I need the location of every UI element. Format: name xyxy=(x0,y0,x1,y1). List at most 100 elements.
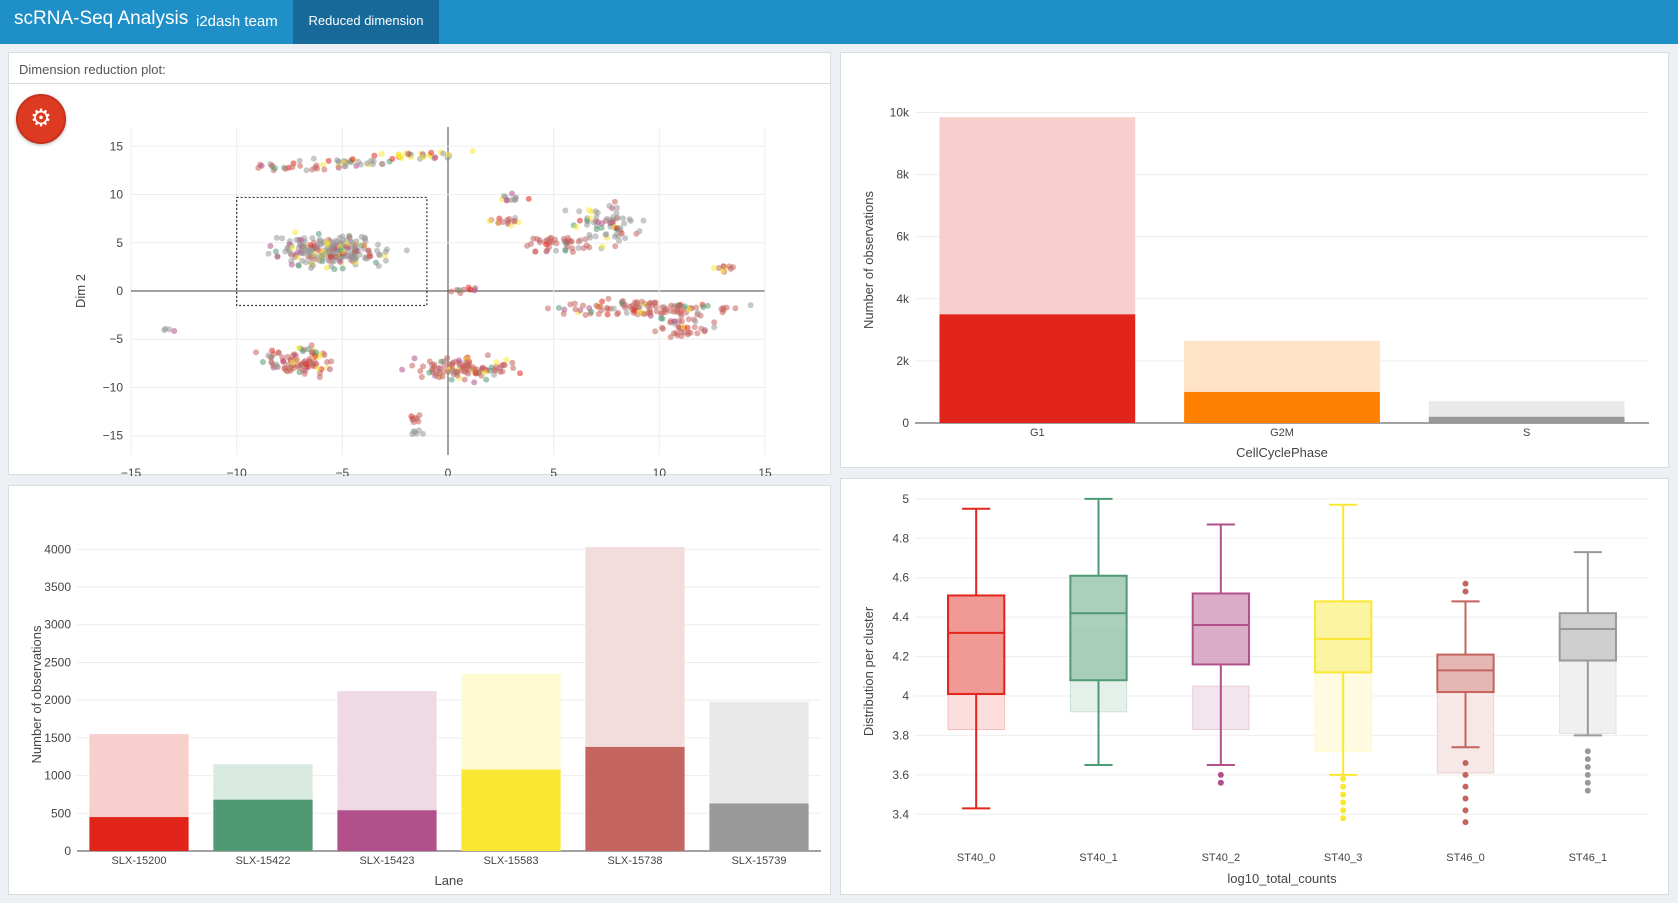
scatter-point xyxy=(499,368,506,375)
scatter-point xyxy=(640,217,647,224)
scatter-point xyxy=(631,307,638,314)
scatter-point xyxy=(588,308,595,315)
scatter-point xyxy=(265,250,272,257)
scatter-point xyxy=(378,150,385,157)
y-axis-label: Number of observations xyxy=(861,190,876,329)
scatter-point xyxy=(544,247,551,254)
x-tick-label: SLX-15422 xyxy=(235,855,290,867)
bar-selected xyxy=(461,769,561,851)
lane-panel: 0 500 1000 1500 2000 2500 3000 3500 4000 SLX-1520… xyxy=(8,485,831,895)
scatter-point xyxy=(419,154,426,161)
scatter-point xyxy=(347,238,354,245)
scatter-point xyxy=(599,243,606,250)
scatter-point xyxy=(405,151,412,158)
scatter-point xyxy=(602,231,609,238)
scatter-point xyxy=(564,243,571,250)
scatter-point xyxy=(698,325,705,332)
scatter-point xyxy=(319,251,326,258)
scatter-point xyxy=(464,359,471,366)
scatter-point xyxy=(365,247,372,254)
cell-cycle-phase-chart[interactable]: 0 2k 4k 6k 8k 10k G1 G2M S CellCyclePhase Number o… xyxy=(841,53,1670,469)
scatter-point xyxy=(723,304,730,311)
scatter-point xyxy=(258,162,265,169)
scatter-point xyxy=(636,228,643,235)
scatter-point xyxy=(310,239,317,246)
x-tick-label: SLX-15738 xyxy=(607,855,662,867)
scatter-point xyxy=(710,264,717,271)
scatter-point xyxy=(312,245,319,252)
settings-button[interactable]: ⚙ xyxy=(16,94,66,144)
scatter-point xyxy=(671,318,678,325)
scatter-point xyxy=(732,305,739,312)
scatter-point xyxy=(584,221,591,228)
scatter-point xyxy=(594,219,601,226)
scatter-point xyxy=(325,157,332,164)
scatter-point xyxy=(368,157,375,164)
scatter-point xyxy=(296,157,303,164)
box xyxy=(1191,592,1250,666)
distribution-boxplot[interactable]: 3.4 3.6 3.8 4 4.2 4.4 4.6 4.8 5 ST40_0 ST40_1 ST40_… xyxy=(841,479,1670,896)
scatter-point xyxy=(486,218,493,225)
outlier-point xyxy=(1584,748,1591,755)
y-tick-label: 3000 xyxy=(44,618,71,632)
y-tick-label: −5 xyxy=(109,332,123,346)
scatter-point xyxy=(289,244,296,251)
x-tick-label: 5 xyxy=(550,466,557,476)
outlier-point xyxy=(1340,799,1347,806)
scatter-point xyxy=(613,209,620,216)
scatter-point xyxy=(440,150,447,157)
scatter-point xyxy=(302,259,309,266)
box xyxy=(1314,600,1373,674)
scatter-point xyxy=(509,359,516,366)
scatter-point xyxy=(593,226,600,233)
y-tick-label: 3500 xyxy=(44,580,71,594)
scatter-point xyxy=(397,153,404,160)
scatter-point xyxy=(313,349,320,356)
scatter-point xyxy=(471,379,478,386)
scatter-point xyxy=(307,359,314,366)
gear-icon: ⚙ xyxy=(30,105,52,132)
x-tick-label: 0 xyxy=(445,466,452,476)
y-axis-label: Distribution per cluster xyxy=(861,606,876,736)
y-tick-label: 0 xyxy=(64,844,71,858)
lane-chart[interactable]: 0 500 1000 1500 2000 2500 3000 3500 4000 SLX-1520… xyxy=(9,486,832,896)
x-tick-label: ST40_0 xyxy=(957,852,996,864)
x-axis-label: log10_total_counts xyxy=(1227,871,1337,886)
y-tick-label: 1000 xyxy=(44,769,71,783)
y-tick-label: 5 xyxy=(116,236,123,250)
scatter-point xyxy=(295,262,302,269)
tab-reduced-dimension[interactable]: Reduced dimension xyxy=(293,0,439,44)
y-tick-label: 3.8 xyxy=(892,728,909,742)
y-tick-label: 4.4 xyxy=(892,610,909,624)
scatter-point xyxy=(612,243,619,250)
scatter-point xyxy=(525,195,532,202)
scatter-point xyxy=(611,198,618,205)
dimension-reduction-plot[interactable]: −1515−1010−55005−510−1015−15Dim 1Dim 2 xyxy=(9,53,832,476)
scatter-point xyxy=(608,218,615,225)
scatter-point xyxy=(678,318,685,325)
y-tick-label: 0 xyxy=(116,284,123,298)
scatter-point xyxy=(673,329,680,336)
scatter-point xyxy=(576,208,583,215)
y-tick-label: 8k xyxy=(896,168,910,182)
scatter-point xyxy=(300,359,307,366)
scatter-point xyxy=(555,304,562,311)
scatter-point xyxy=(335,158,342,165)
scatter-point xyxy=(297,162,304,169)
app-title[interactable]: scRNA-Seq Analysis xyxy=(14,8,188,30)
scatter-point xyxy=(366,253,373,260)
scatter-point xyxy=(659,315,666,322)
x-tick-label: −15 xyxy=(121,466,142,476)
scatter-point xyxy=(448,288,455,295)
bar-selected xyxy=(1428,416,1625,423)
scatter-point xyxy=(667,307,674,314)
scatter-point xyxy=(610,305,617,312)
scatter-point xyxy=(678,313,685,320)
outlier-point xyxy=(1340,783,1347,790)
scatter-point xyxy=(310,155,317,162)
x-tick-label: −10 xyxy=(226,466,247,476)
x-tick-label: SLX-15200 xyxy=(111,855,166,867)
scatter-point xyxy=(403,247,410,254)
scatter-point xyxy=(573,223,580,230)
scatter-point xyxy=(299,348,306,355)
